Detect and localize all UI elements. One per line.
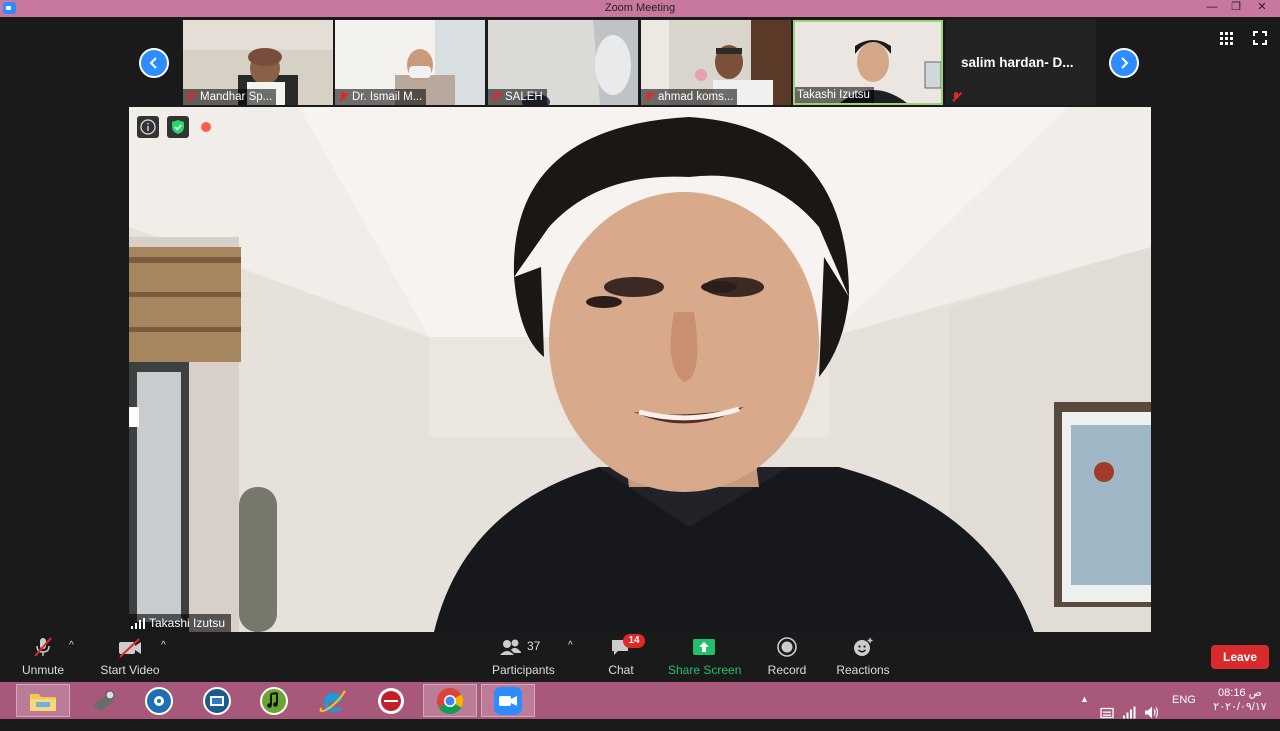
clock-date: ٢٠٢٠/٠٩/١٧ (1213, 701, 1267, 713)
muted-mic-icon (950, 91, 962, 103)
film-icon (203, 686, 231, 715)
taskbar-control-panel[interactable] (76, 684, 130, 717)
chat-button[interactable]: 14 Chat (603, 634, 645, 677)
muted-mic-icon (490, 91, 502, 103)
chrome-icon (436, 687, 464, 714)
audio-options-caret[interactable]: ^ (69, 640, 74, 651)
fullscreen-icon[interactable] (1253, 31, 1267, 45)
zoom-icon (494, 686, 522, 715)
record-label: Record (767, 663, 807, 677)
close-button[interactable]: ✕ (1250, 0, 1274, 17)
taskbar-chrome[interactable] (423, 684, 477, 717)
share-screen-label: Share Screen (668, 663, 742, 677)
participants-icon (500, 639, 521, 655)
maximize-button[interactable]: ❐ (1224, 0, 1248, 17)
recorder-icon (378, 687, 404, 714)
input-language-indicator[interactable]: ENG (1172, 694, 1196, 731)
participant-name: ahmad koms... (658, 91, 734, 103)
title-bar: Zoom Meeting — ❐ ✕ (0, 0, 1280, 17)
muted-mic-icon (337, 91, 349, 103)
signal-strength-icon (131, 617, 145, 629)
speaker-name: Takashi Izutsu (149, 616, 226, 630)
muted-mic-icon (185, 91, 197, 103)
network-signal-icon[interactable] (1122, 694, 1136, 731)
participant-thumbnail[interactable]: salim hardan- D... (946, 20, 1096, 105)
start-video-label: Start Video (100, 663, 160, 677)
start-video-button[interactable]: Start Video (100, 636, 160, 677)
participants-label: Participants (492, 663, 555, 677)
minimize-button[interactable]: — (1200, 0, 1224, 17)
folder-icon (30, 693, 56, 711)
participant-name: Dr. Ismail M... (352, 91, 423, 103)
next-page-button[interactable] (1109, 48, 1139, 78)
taskbar-media-player[interactable] (190, 684, 244, 717)
taskbar-recorder-app[interactable] (364, 684, 418, 717)
speaker-video-frame (129, 107, 1151, 632)
participant-name: SALEH (505, 91, 543, 103)
keyboard-icon[interactable] (1100, 694, 1114, 731)
internet-explorer-icon (319, 689, 346, 712)
meeting-status-badges: Recording (137, 116, 266, 138)
taskbar-disc-app[interactable] (132, 684, 186, 717)
window-title: Zoom Meeting (604, 2, 676, 14)
show-hidden-icons-button[interactable]: ▲ (1080, 694, 1089, 731)
taskbar-internet-explorer[interactable] (306, 684, 360, 717)
disc-icon (145, 686, 173, 715)
recording-label: Recording (216, 121, 267, 133)
participants-options-caret[interactable]: ^ (568, 640, 573, 651)
system-clock[interactable]: 08:16 ص ٢٠٢٠/٠٩/١٧ (1205, 686, 1275, 714)
participant-thumbnail[interactable]: Mandhar Sp... (183, 20, 333, 105)
info-icon (140, 119, 156, 135)
participants-button[interactable]: 37 Participants (492, 636, 555, 677)
smiley-plus-icon (854, 638, 873, 656)
encryption-shield-button[interactable] (167, 116, 189, 138)
meeting-toolbar: Unmute ^ Start Video ^ 37 Participants ^ (0, 632, 1280, 682)
participant-thumbnail-active-speaker[interactable]: Takashi Izutsu (793, 20, 943, 105)
windows-taskbar: ▲ ENG 08:16 ص ٢٠٢٠/٠٩/١٧ (0, 682, 1280, 719)
meeting-info-button[interactable] (137, 116, 159, 138)
previous-page-button[interactable] (139, 48, 169, 78)
speaker-name-label: Takashi Izutsu (129, 614, 232, 632)
unmute-label: Unmute (21, 663, 65, 677)
recording-dot-icon (201, 122, 211, 132)
unmute-button[interactable]: Unmute (18, 636, 68, 677)
record-icon (777, 637, 797, 657)
participant-name: Takashi Izutsu (797, 89, 870, 101)
music-note-icon (260, 686, 288, 715)
reactions-button[interactable]: Reactions (836, 636, 890, 677)
reactions-label: Reactions (836, 663, 890, 677)
taskbar-itunes[interactable] (247, 684, 301, 717)
participants-count: 37 (527, 639, 541, 653)
muted-mic-icon (643, 91, 655, 103)
record-button[interactable]: Record (767, 636, 807, 677)
participant-thumbnail[interactable]: ahmad koms... (641, 20, 791, 105)
laptop-settings-icon (93, 690, 115, 711)
speaker-volume-icon[interactable] (1144, 694, 1160, 731)
participant-name: salim hardan- D... (961, 55, 1074, 70)
shield-check-icon (172, 120, 184, 134)
video-camera-off-icon (119, 638, 141, 658)
share-screen-icon (693, 639, 715, 655)
video-options-caret[interactable]: ^ (161, 640, 166, 651)
share-screen-button[interactable]: Share Screen (668, 636, 742, 677)
taskbar-zoom[interactable] (481, 684, 535, 717)
chat-unread-badge: 14 (623, 634, 645, 648)
gallery-view-icon[interactable] (1220, 32, 1234, 45)
active-speaker-video: Recording Takashi Izutsu (129, 107, 1151, 632)
chat-label: Chat (608, 663, 634, 677)
microphone-muted-icon (34, 637, 52, 657)
participant-name: Mandhar Sp... (200, 91, 273, 103)
chevron-left-icon (149, 57, 157, 69)
participant-thumbnail[interactable]: Dr. Ismail M... (335, 20, 485, 105)
leave-meeting-button[interactable]: Leave (1211, 645, 1269, 669)
chevron-right-icon (1121, 57, 1129, 69)
recording-indicator[interactable]: Recording (201, 121, 266, 133)
clock-time: 08:16 ص (1218, 687, 1262, 699)
participant-thumbnail[interactable]: SALEH (488, 20, 638, 105)
taskbar-file-explorer[interactable] (16, 684, 70, 717)
